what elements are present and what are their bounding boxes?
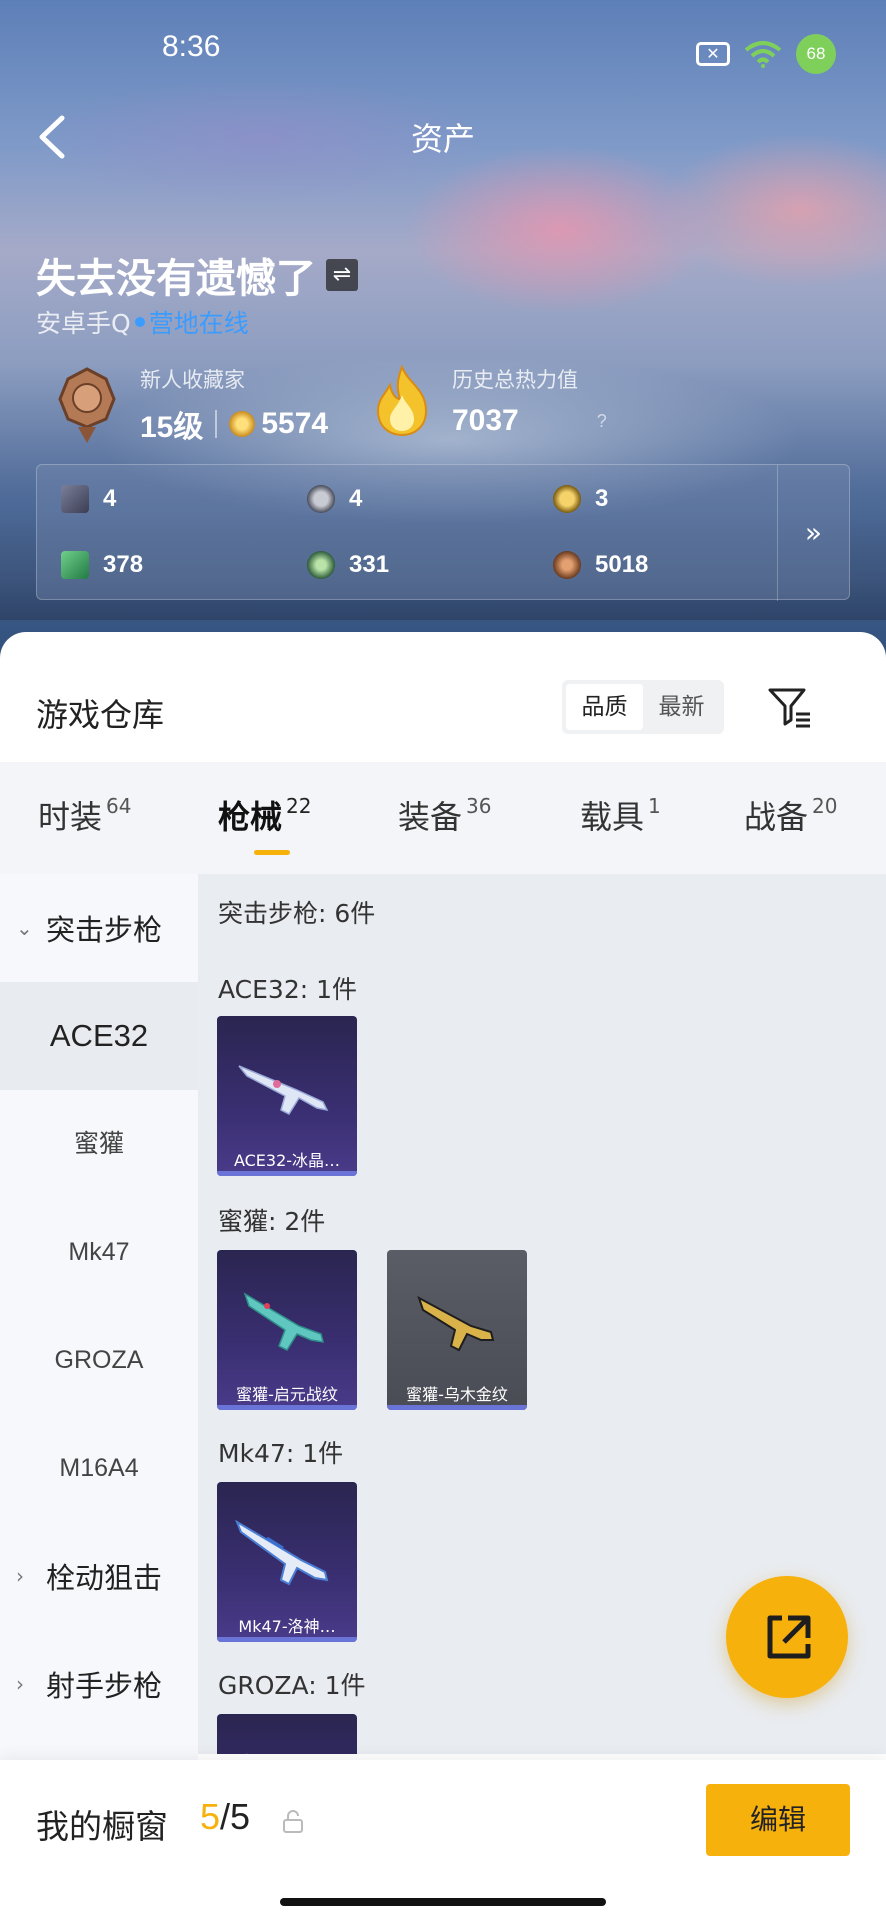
weapon-card[interactable]: 蜜獾-启元战纹	[217, 1250, 357, 1410]
sidebar-item-groza[interactable]: GROZA	[0, 1306, 198, 1414]
rank-title: 新人收藏家	[140, 368, 245, 392]
status-icons: ✕ 68	[696, 34, 836, 74]
stat-silver: 4	[307, 485, 362, 513]
rarity-bar	[387, 1405, 527, 1410]
section-label: 蜜獾: 2件	[218, 1207, 326, 1236]
card-icon	[61, 485, 89, 513]
category-summary: 突击步枪: 6件	[218, 899, 376, 928]
rifle-icon	[234, 1519, 329, 1586]
share-external-icon	[767, 1615, 811, 1659]
chevron-right-icon: ›	[16, 1564, 24, 1588]
stat-bronze: 5018	[553, 551, 648, 579]
collector-medal-icon	[58, 367, 116, 443]
active-tab-indicator	[254, 850, 290, 855]
green-orb-icon	[307, 551, 335, 579]
heat-title: 历史总热力值	[452, 368, 578, 392]
more-stats-icon[interactable]: »	[777, 465, 849, 601]
tab-weapons[interactable]: 枪械 22	[218, 792, 311, 838]
weapon-card[interactable]: ACE32-冰晶…	[217, 1016, 357, 1176]
page-title: 资产	[410, 120, 475, 158]
status-time: 8:36	[162, 30, 221, 63]
stat-orb: 331	[307, 551, 389, 579]
tab-supplies[interactable]: 战备 20	[744, 792, 837, 838]
sidebar-group-assault-rifles[interactable]: ⌄ 突击步枪	[0, 874, 198, 982]
divider	[215, 410, 218, 438]
silver-medal-icon	[307, 485, 335, 513]
switch-account-icon[interactable]: ⇌	[326, 259, 358, 291]
platform-label: 安卓手Q	[36, 309, 131, 338]
rank-level: 15级	[140, 411, 204, 444]
tab-vehicles[interactable]: 载具 1	[580, 792, 661, 838]
showcase-count: 5/5	[200, 1796, 251, 1837]
username: 失去没有遗憾了 ⇌	[36, 246, 358, 304]
username-text: 失去没有遗憾了	[36, 256, 316, 302]
rarity-bar	[217, 1637, 357, 1642]
rifle-icon	[238, 1065, 329, 1115]
warehouse-sheet: 游戏仓库 品质 最新 时装 64 枪械 22 装备 36 载具 1 战备 20 ⌄ 突击步…	[0, 632, 886, 1920]
gold-badge-icon	[553, 485, 581, 513]
profile-hero: 8:36 ✕ 68 资产 失去没有遗憾了 ⇌ 安卓手Q 营地在线 新人收藏家 1…	[0, 0, 886, 660]
rifle-icon	[246, 1753, 248, 1754]
weapon-card[interactable]: 蜜獾-乌木金纹	[387, 1250, 527, 1410]
rifle-icon	[243, 1292, 325, 1351]
no-sim-icon: ✕	[696, 42, 730, 66]
collector-rank[interactable]: 新人收藏家 15级 5574	[54, 364, 328, 446]
stat-gold: 3	[553, 485, 608, 513]
section-label: GROZA: 1件	[218, 1671, 366, 1700]
stat-card: 4	[61, 485, 116, 513]
sidebar-item-mk47[interactable]: Mk47	[0, 1198, 198, 1306]
weapon-name: Mk47-洛神…	[238, 1617, 336, 1636]
heat-value: 7037	[452, 404, 519, 437]
weapon-card[interactable]: Mk47-洛神…	[217, 1482, 357, 1642]
sidebar-item-ace32[interactable]: ACE32	[0, 982, 198, 1090]
battery-icon: 68	[796, 34, 836, 74]
stat-ticket: 378	[61, 551, 143, 579]
weapon-name: 蜜獾-启元战纹	[236, 1385, 338, 1404]
chevron-right-icon: ›	[16, 1672, 24, 1696]
weapon-card[interactable]	[217, 1714, 357, 1754]
weapon-name: ACE32-冰晶…	[233, 1151, 341, 1170]
edit-button[interactable]: 编辑	[706, 1784, 850, 1856]
weapon-name: 蜜獾-乌木金纹	[406, 1385, 508, 1404]
chevron-down-icon: ⌄	[16, 916, 33, 940]
sidebar-item-m16a4[interactable]: M16A4	[0, 1414, 198, 1522]
rarity-bar	[217, 1171, 357, 1176]
rarity-bar	[217, 1405, 357, 1410]
help-icon[interactable]: ?	[589, 408, 615, 434]
filter-icon[interactable]	[766, 684, 814, 730]
flame-icon	[376, 365, 428, 437]
tab-equipment[interactable]: 装备 36	[398, 792, 491, 838]
sort-toggle: 品质 最新	[562, 680, 724, 734]
heat-value-block[interactable]: 历史总热力值 7037 ?	[372, 364, 615, 438]
sort-quality[interactable]: 品质	[566, 684, 643, 730]
tab-outfits[interactable]: 时装 64	[38, 792, 131, 838]
sidebar-item-honey-badger[interactable]: 蜜獾	[0, 1090, 198, 1198]
lock-icon	[283, 1810, 303, 1833]
section-label: ACE32: 1件	[218, 975, 358, 1004]
warehouse-title: 游戏仓库	[36, 696, 165, 734]
platform-info: 安卓手Q 营地在线	[36, 304, 249, 340]
online-dot-icon	[134, 317, 145, 327]
showcase-label: 我的橱窗	[36, 1807, 168, 1846]
bronze-coin-icon	[553, 551, 581, 579]
showcase-bar: 我的橱窗 5/5 编辑	[0, 1760, 886, 1920]
section-label: Mk47: 1件	[218, 1439, 344, 1468]
share-button[interactable]	[726, 1576, 848, 1698]
category-tabs: 时装 64 枪械 22 装备 36 载具 1 战备 20	[0, 762, 886, 874]
home-indicator[interactable]	[280, 1898, 606, 1906]
ticket-icon	[61, 551, 89, 579]
sidebar-group-marksman-rifles[interactable]: › 射手步枪	[0, 1630, 198, 1738]
online-status: 营地在线	[148, 309, 249, 338]
coin-count: 5574	[261, 407, 329, 440]
coin-icon	[229, 411, 256, 437]
sidebar-group-bolt-snipers[interactable]: › 栓动狙击	[0, 1522, 198, 1630]
sort-newest[interactable]: 最新	[643, 684, 720, 730]
asset-stats-panel[interactable]: 4 4 3 378 331 5018 »	[36, 464, 850, 601]
wifi-icon	[744, 41, 782, 68]
rifle-icon	[417, 1295, 495, 1352]
